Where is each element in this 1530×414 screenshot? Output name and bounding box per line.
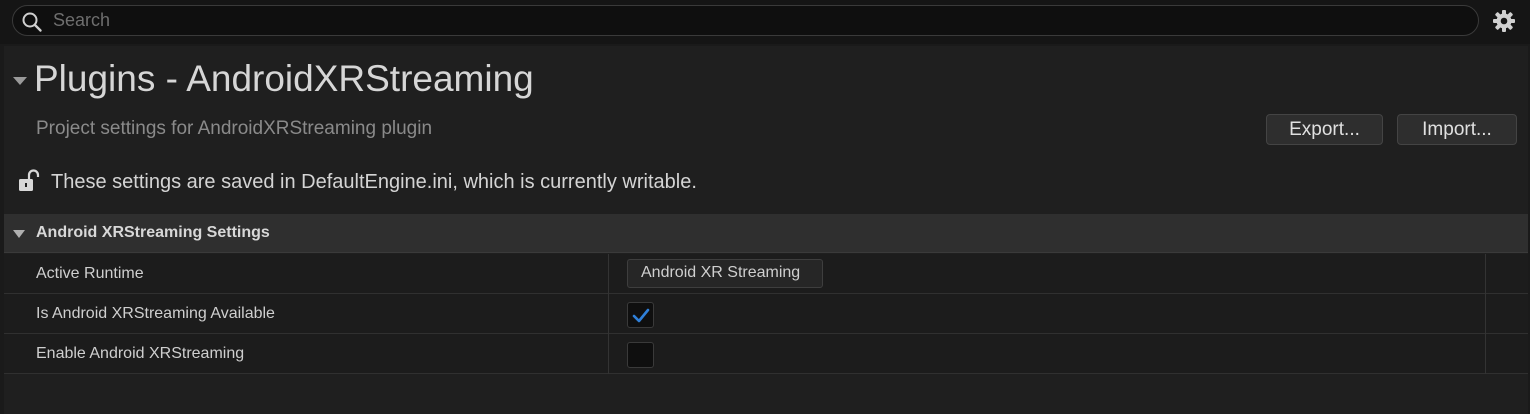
property-row-active-runtime: Active Runtime Android XR Streaming bbox=[4, 254, 1528, 294]
column-divider bbox=[608, 334, 609, 374]
config-writable-notice: These settings are saved in DefaultEngin… bbox=[51, 171, 697, 193]
settings-panel: Plugins - AndroidXRStreaming Project set… bbox=[4, 46, 1528, 414]
triangle-down-icon bbox=[13, 230, 25, 238]
collapse-triangle-icon[interactable] bbox=[12, 76, 28, 86]
search-bar bbox=[0, 0, 1530, 44]
property-row-xrstreaming-available: Is Android XRStreaming Available bbox=[4, 294, 1528, 334]
export-button[interactable]: Export... bbox=[1266, 114, 1383, 145]
column-divider bbox=[608, 254, 609, 294]
column-divider bbox=[608, 294, 609, 334]
import-button[interactable]: Import... bbox=[1397, 114, 1517, 145]
enable-xrstreaming-checkbox[interactable] bbox=[627, 342, 654, 368]
search-input[interactable] bbox=[53, 6, 1453, 35]
search-box[interactable] bbox=[12, 5, 1479, 36]
column-divider bbox=[1485, 254, 1486, 294]
section-title: Android XRStreaming Settings bbox=[36, 224, 270, 241]
property-label: Active Runtime bbox=[36, 265, 144, 282]
property-row-enable-xrstreaming: Enable Android XRStreaming bbox=[4, 334, 1528, 374]
xrstreaming-available-checkbox[interactable] bbox=[627, 302, 654, 328]
checkmark-icon bbox=[632, 308, 650, 323]
unlocked-lock-icon bbox=[19, 169, 40, 191]
section-header-android-xrstreaming[interactable]: Android XRStreaming Settings bbox=[4, 214, 1528, 253]
gear-icon[interactable] bbox=[1492, 9, 1516, 33]
page-title: Plugins - AndroidXRStreaming bbox=[34, 58, 534, 99]
column-divider bbox=[1485, 294, 1486, 334]
column-divider bbox=[1485, 334, 1486, 374]
search-icon bbox=[22, 12, 42, 32]
page-subtitle: Project settings for AndroidXRStreaming … bbox=[36, 118, 433, 139]
property-label: Is Android XRStreaming Available bbox=[36, 305, 275, 322]
property-label: Enable Android XRStreaming bbox=[36, 345, 245, 362]
active-runtime-dropdown[interactable]: Android XR Streaming bbox=[627, 259, 823, 288]
